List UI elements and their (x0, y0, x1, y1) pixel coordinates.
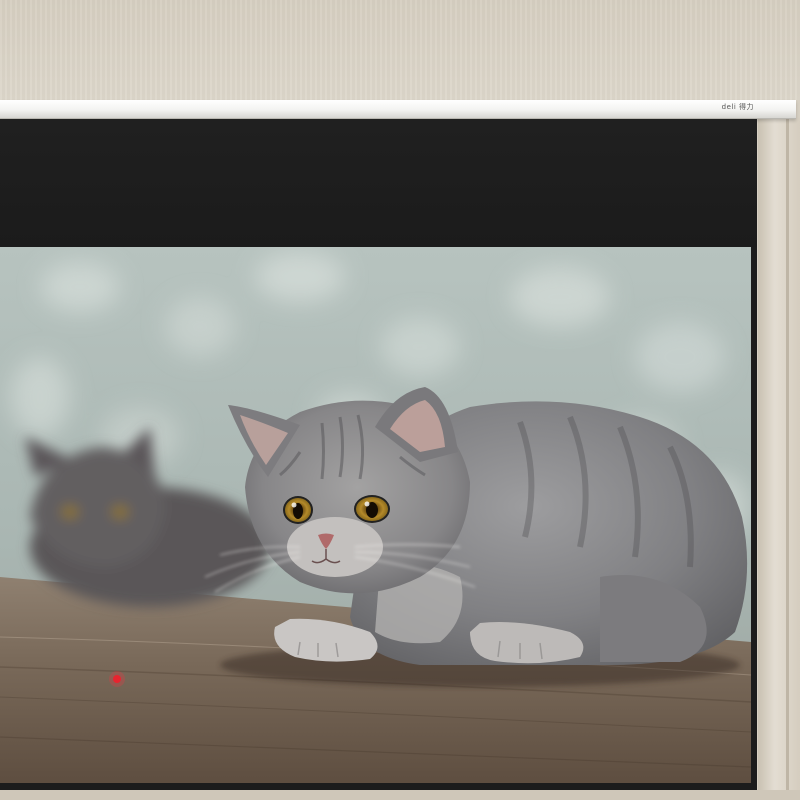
screen-housing: deli 得力 (0, 100, 796, 119)
wall-corner (786, 118, 789, 800)
back-wall (0, 0, 800, 100)
projector-screen (0, 119, 757, 791)
screen-bottom-bar (0, 790, 800, 800)
main-kitten (204, 387, 748, 665)
photo-scene: deli 得力 (0, 0, 800, 800)
kitten-photo (0, 247, 751, 783)
projected-image (0, 247, 751, 783)
screen-black-border (0, 119, 757, 247)
brand-logo-icon: deli 得力 (721, 103, 754, 111)
side-wall (758, 118, 800, 800)
